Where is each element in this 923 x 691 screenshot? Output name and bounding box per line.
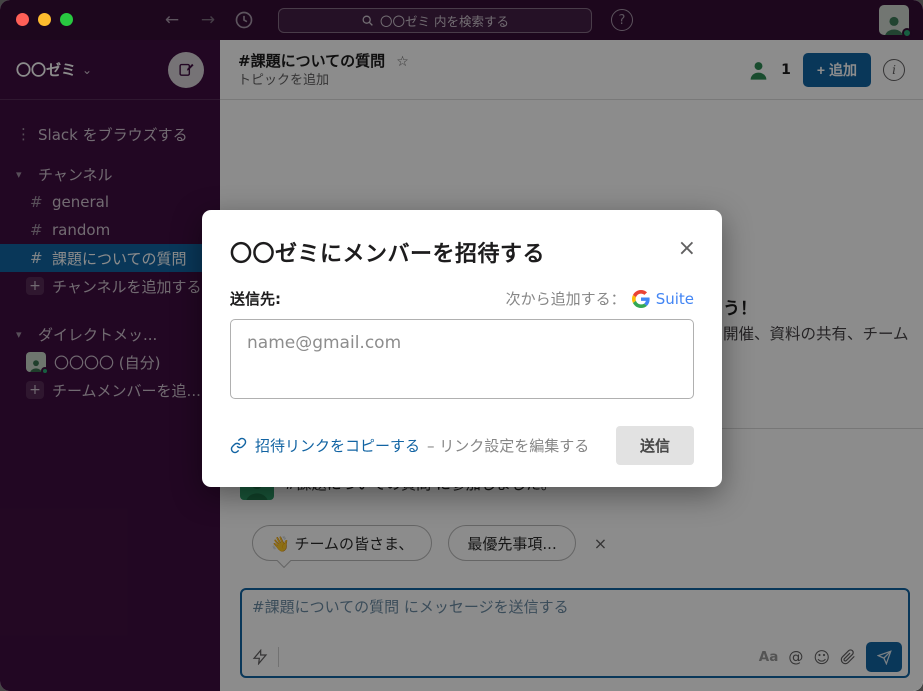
slack-app-window: ← → 〇〇ゼミ 内を検索する ? 〇〇ゼミ ⌄ ⋮ bbox=[0, 0, 923, 691]
gsuite-link[interactable]: Suite bbox=[656, 290, 694, 308]
close-icon[interactable]: × bbox=[678, 238, 696, 260]
copy-invite-link[interactable]: 招待リンクをコピーする bbox=[230, 435, 420, 456]
close-window-button[interactable] bbox=[16, 13, 29, 26]
traffic-lights bbox=[16, 13, 73, 26]
modal-title: 〇〇ゼミにメンバーを招待する bbox=[230, 236, 694, 268]
copy-invite-link-label: 招待リンクをコピーする bbox=[255, 435, 420, 456]
zoom-window-button[interactable] bbox=[60, 13, 73, 26]
edit-link-settings[interactable]: – リンク設定を編集する bbox=[427, 435, 589, 456]
link-icon bbox=[230, 437, 247, 454]
send-invite-button[interactable]: 送信 bbox=[616, 426, 694, 465]
invite-email-input[interactable] bbox=[230, 319, 694, 399]
addfrom-label: 次から追加する： bbox=[506, 288, 626, 309]
google-logo-icon[interactable] bbox=[632, 290, 650, 308]
minimize-window-button[interactable] bbox=[38, 13, 51, 26]
invite-members-modal: 〇〇ゼミにメンバーを招待する × 送信先: 次から追加する： Suite bbox=[202, 210, 722, 487]
sendto-label: 送信先: bbox=[230, 288, 281, 309]
